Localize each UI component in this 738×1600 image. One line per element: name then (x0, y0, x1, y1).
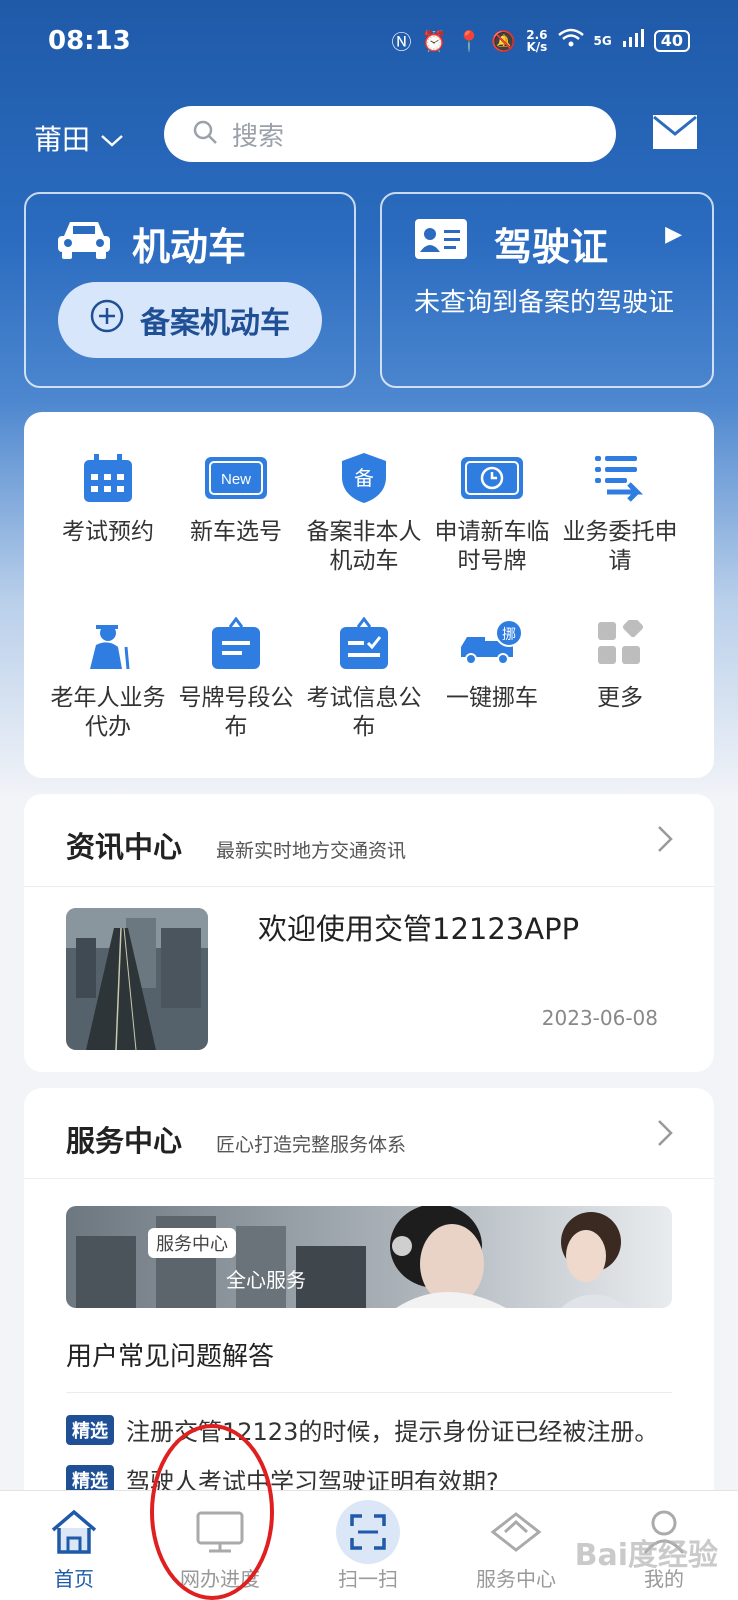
svg-text:New: New (221, 471, 251, 488)
divider (24, 886, 714, 887)
service-temp-plate[interactable]: 申请新车临时号牌 (428, 450, 556, 576)
service-new-plate-selection[interactable]: New 新车选号 (172, 450, 300, 547)
nav-label: 扫一扫 (338, 1567, 398, 1591)
service-center-title: 服务中心 (66, 1124, 183, 1158)
register-vehicle-label: 备案机动车 (140, 306, 290, 341)
news-header: 资讯中心 最新实时地方交通资讯 (66, 824, 406, 866)
mail-icon[interactable] (652, 114, 698, 154)
service-grid: 考试预约 New 新车选号 备 备案非本人机动车 申请新车临时号牌 业务委托申请… (24, 412, 714, 778)
service-center-header: 服务中心 匠心打造完整服务体系 (66, 1118, 406, 1160)
service-register-others-vehicle[interactable]: 备 备案非本人机动车 (300, 450, 428, 576)
service-label: 考试预约 (62, 519, 154, 545)
vehicle-card-title-row: 机动车 (56, 216, 246, 271)
service-center-subtitle: 匠心打造完整服务体系 (216, 1134, 407, 1156)
chevron-right-icon: ▶ (665, 222, 682, 247)
faq-item[interactable]: 精选 注册交管12123的时候，提示身份证已经被注册。 (66, 1412, 658, 1447)
service-delegation[interactable]: 业务委托申请 (556, 450, 684, 576)
more-grid-icon (587, 616, 653, 672)
home-icon (14, 1501, 134, 1563)
nfc-icon: Ⓝ (391, 30, 412, 54)
nav-service-center[interactable]: 服务中心 (456, 1501, 576, 1592)
chevron-down-icon (100, 122, 124, 155)
car-icon (56, 218, 112, 269)
license-card-title: 驾驶证 (494, 225, 609, 269)
service-more[interactable]: 更多 (556, 616, 684, 713)
search-placeholder: 搜索 (232, 121, 285, 152)
city-label: 莆田 (34, 123, 91, 156)
city-selector[interactable]: 莆田 (34, 118, 124, 158)
license-card-title-row: 驾驶证 (414, 216, 608, 271)
status-time: 08:13 (48, 26, 131, 56)
signal-icon (622, 28, 644, 53)
notice-board-icon (203, 616, 269, 672)
service-label: 号牌号段公布 (178, 685, 294, 740)
shield-icon: 备 (331, 450, 397, 506)
service-label: 备案非本人机动车 (306, 519, 422, 574)
calendar-icon (75, 450, 141, 506)
service-center-section: 服务中心 匠心打造完整服务体系 服务中心 全心服务 用户常见问题解答 精选 注册… (24, 1088, 714, 1508)
delegate-icon (587, 450, 653, 506)
nav-label: 首页 (54, 1567, 94, 1591)
news-item-title[interactable]: 欢迎使用交管12123APP (258, 906, 579, 948)
divider (24, 1178, 714, 1179)
license-card-description: 未查询到备案的驾驶证 (414, 288, 675, 318)
service-banner[interactable]: 服务中心 全心服务 (66, 1206, 672, 1308)
service-move-car[interactable]: 挪 一键挪车 (428, 616, 556, 713)
watermark: Bai度经验 (574, 1538, 718, 1573)
vehicle-card-title: 机动车 (132, 225, 247, 269)
service-elderly-assist[interactable]: 老年人业务代办 (44, 616, 172, 742)
featured-badge: 精选 (66, 1414, 114, 1445)
service-label: 申请新车临时号牌 (434, 519, 550, 574)
banner-text: 全心服务 (226, 1268, 306, 1292)
news-section: 资讯中心 最新实时地方交通资讯 欢迎使用交管12123APP 2023-06-0… (24, 794, 714, 1072)
search-input[interactable]: 搜索 (164, 106, 616, 162)
id-card-icon (414, 218, 468, 269)
temp-plate-icon (459, 450, 525, 506)
news-thumbnail[interactable] (66, 908, 208, 1050)
chevron-right-icon[interactable] (656, 824, 674, 858)
search-icon (192, 119, 218, 149)
vehicle-card[interactable]: 机动车 备案机动车 (24, 192, 356, 388)
service-label: 老年人业务代办 (50, 685, 166, 740)
mute-icon: 🔕 (491, 28, 517, 53)
divider (66, 1392, 672, 1393)
status-icons: Ⓝ ⏰ 📍 🔕 2.6 K/s 5G 40 (392, 26, 690, 55)
svg-text:备: 备 (354, 466, 374, 490)
news-item-date: 2023-06-08 (541, 1006, 658, 1030)
network-type: 5G (593, 33, 612, 48)
service-exam-booking[interactable]: 考试预约 (44, 450, 172, 547)
exam-notice-icon (331, 616, 397, 672)
nav-scan[interactable]: 扫一扫 (308, 1500, 428, 1592)
news-subtitle: 最新实时地方交通资讯 (216, 840, 407, 862)
location-icon: 📍 (456, 28, 482, 53)
alarm-icon: ⏰ (421, 28, 447, 53)
license-card[interactable]: 驾驶证 ▶ 未查询到备案的驾驶证 (380, 192, 714, 388)
banner-tag: 服务中心 (148, 1228, 236, 1258)
service-label: 业务委托申请 (562, 519, 678, 574)
new-plate-icon: New (203, 450, 269, 506)
nav-label: 服务中心 (476, 1567, 556, 1591)
nav-home[interactable]: 首页 (14, 1501, 134, 1592)
service-label: 考试信息公布 (306, 685, 422, 740)
chevron-right-icon[interactable] (656, 1118, 674, 1152)
news-title: 资讯中心 (66, 830, 183, 864)
annotation-circle (150, 1424, 274, 1600)
status-bar: 08:13 Ⓝ ⏰ 📍 🔕 2.6 K/s 5G 40 (0, 0, 738, 80)
diamond-icon (456, 1501, 576, 1563)
service-plate-segment[interactable]: 号牌号段公布 (172, 616, 300, 742)
wifi-icon (557, 28, 584, 53)
scan-icon (308, 1500, 428, 1564)
net-speed: 2.6 K/s (526, 27, 548, 54)
faq-title: 用户常见问题解答 (66, 1342, 275, 1372)
svg-text:挪: 挪 (502, 627, 516, 643)
service-exam-info[interactable]: 考试信息公布 (300, 616, 428, 742)
register-vehicle-button[interactable]: 备案机动车 (58, 282, 322, 358)
plus-circle-icon (90, 299, 124, 341)
service-label: 更多 (597, 685, 643, 711)
service-label: 一键挪车 (446, 685, 538, 711)
battery-icon: 40 (653, 29, 690, 52)
service-label: 新车选号 (190, 519, 282, 545)
elderly-icon (75, 616, 141, 672)
tow-truck-icon: 挪 (459, 616, 525, 672)
